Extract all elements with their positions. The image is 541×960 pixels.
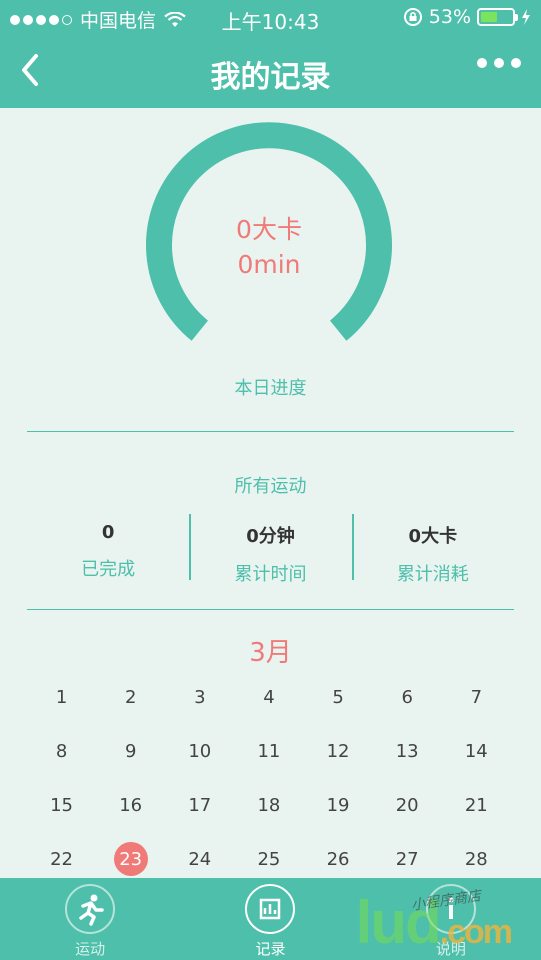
calendar-day[interactable]: 10: [165, 724, 234, 778]
stat-label: 累计消耗: [396, 564, 469, 585]
calendar-day[interactable]: 15: [27, 778, 96, 832]
battery-icon: [477, 8, 518, 26]
stats-row: 0 已完成 0分钟 累计时间 0大卡 累计消耗: [27, 512, 514, 585]
calendar-grid: 1 2 3 4 5 6 7 8 9 10 11 12 13 14 15 16 17 18 19 20 21 22 23 24 2…: [27, 670, 511, 886]
stat-completed: 0 已完成: [27, 512, 189, 582]
calendar-week: 8 9 10 11 12 13 14: [27, 724, 511, 778]
chart-icon: [245, 884, 296, 934]
daily-progress-ring: 0大卡 0min: [140, 118, 398, 358]
calendar-day[interactable]: 8: [27, 724, 96, 778]
stat-total-time: 0分钟 累计时间: [189, 512, 351, 585]
calendar-day[interactable]: 17: [165, 778, 234, 832]
calendar-day[interactable]: 21: [442, 778, 511, 832]
battery-percent: 53%: [428, 6, 471, 28]
running-icon: [65, 884, 116, 934]
calendar-day[interactable]: 9: [96, 724, 165, 778]
header: 中国电信 上午10:43 53% 我的记录: [0, 0, 541, 108]
stat-value: 0分钟: [246, 526, 295, 547]
status-bar: 中国电信 上午10:43 53%: [0, 0, 541, 36]
calendar-day[interactable]: 20: [373, 778, 442, 832]
tab-sport[interactable]: 运动: [0, 878, 180, 960]
calendar-week: 1234567: [27, 670, 511, 724]
calendar-day[interactable]: 19: [304, 778, 373, 832]
more-dots-icon: [477, 58, 487, 68]
tab-label: 记录: [255, 940, 286, 958]
calendar-day[interactable]: 16: [96, 778, 165, 832]
more-button[interactable]: [477, 58, 521, 68]
nav-bar: 我的记录: [0, 40, 541, 104]
charging-icon: [522, 9, 530, 25]
tab-label: 运动: [75, 940, 106, 958]
calendar-month: 3月: [249, 638, 292, 668]
calendar-day[interactable]: 13: [373, 724, 442, 778]
stat-label: 累计时间: [234, 564, 307, 585]
divider: [27, 431, 514, 432]
calendar-day[interactable]: 6: [373, 670, 442, 724]
calendar-day[interactable]: 4: [234, 670, 303, 724]
orientation-lock-icon: [403, 8, 422, 26]
calendar-day[interactable]: 18: [234, 778, 303, 832]
progress-minutes: 0min: [237, 250, 301, 279]
progress-kcal: 0大卡: [236, 215, 302, 244]
calendar-week: 15 16 17 18 19 20 21: [27, 778, 511, 832]
page-title: 我的记录: [210, 60, 331, 95]
calendar-day[interactable]: 14: [442, 724, 511, 778]
calendar-day[interactable]: 11: [234, 724, 303, 778]
calendar-day[interactable]: 5: [304, 670, 373, 724]
calendar-day[interactable]: 7: [442, 670, 511, 724]
calendar-day[interactable]: 12: [304, 724, 373, 778]
tab-record[interactable]: 记录: [180, 878, 360, 960]
calendar-day[interactable]: 3: [165, 670, 234, 724]
battery-fill: [481, 12, 497, 22]
stat-label: 已完成: [81, 559, 136, 580]
stat-total-calories: 0大卡 累计消耗: [351, 512, 514, 585]
all-sports-title: 所有运动: [234, 476, 307, 497]
stat-value: 0大卡: [408, 526, 458, 547]
calendar-day[interactable]: 2: [96, 670, 165, 724]
divider: [27, 609, 514, 610]
calendar-day[interactable]: 1: [27, 670, 96, 724]
progress-label: 本日进度: [234, 378, 307, 399]
stat-value: 0: [101, 522, 115, 543]
